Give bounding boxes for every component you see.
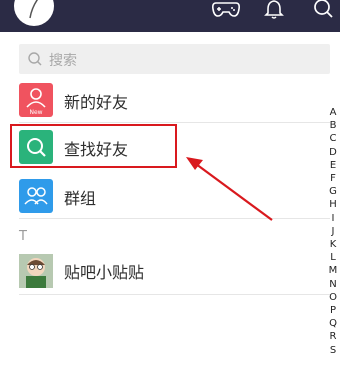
index-letter[interactable]: P (326, 304, 340, 317)
index-letter[interactable]: E (326, 159, 340, 172)
index-letter[interactable]: I (326, 212, 340, 225)
index-letter[interactable]: N (326, 278, 340, 291)
index-letter[interactable]: D (326, 146, 340, 159)
index-letter[interactable]: O (326, 291, 340, 304)
index-letter[interactable]: S (326, 344, 340, 357)
index-letter[interactable]: M (326, 264, 340, 277)
index-letter[interactable]: G (326, 185, 340, 198)
alphabet-index-bar[interactable]: ABCDEFGHIJKLMNOPQRS (326, 106, 340, 357)
index-letter[interactable]: J (326, 225, 340, 238)
index-letter[interactable]: K (326, 238, 340, 251)
index-letter[interactable]: B (326, 119, 340, 132)
index-letter[interactable]: A (326, 106, 340, 119)
arrow-annotation-icon (186, 157, 273, 221)
index-letter[interactable]: H (326, 198, 340, 211)
index-letter[interactable]: F (326, 172, 340, 185)
index-letter[interactable]: R (326, 330, 340, 343)
index-letter[interactable]: C (326, 132, 340, 145)
index-letter[interactable]: Q (326, 317, 340, 330)
index-letter[interactable]: L (326, 251, 340, 264)
